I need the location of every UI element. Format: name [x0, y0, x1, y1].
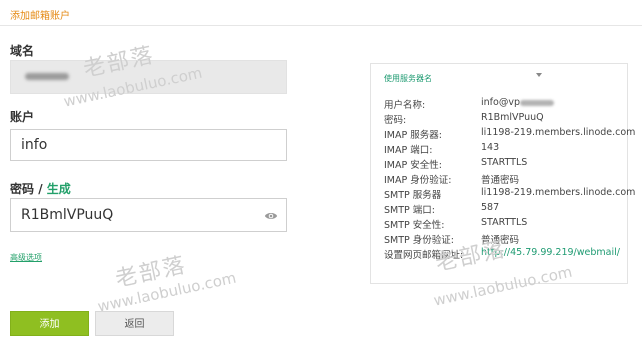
password-input[interactable]: R1BmlVPuuQ	[10, 198, 287, 232]
info-key: 设置网页邮箱网址:	[384, 250, 464, 261]
info-value: li1198-219.members.linode.com	[481, 187, 636, 198]
webmail-link[interactable]: http://45.79.99.219/webmail/	[481, 247, 620, 258]
add-button[interactable]: 添加	[10, 311, 89, 336]
info-key: IMAP 服务器:	[384, 130, 442, 141]
info-value: info@vp	[481, 97, 554, 108]
caret-down-icon[interactable]	[536, 73, 542, 77]
watermark-url: www.laobuluo.com	[96, 268, 238, 316]
password-label: 密码	[10, 182, 35, 196]
account-input[interactable]: info	[10, 129, 287, 161]
info-key: 用户名称:	[384, 100, 426, 111]
info-key: IMAP 安全性:	[384, 160, 442, 171]
email-redacted	[519, 99, 554, 106]
info-key: 密码:	[384, 115, 407, 126]
info-value: 587	[481, 202, 500, 213]
back-button[interactable]: 返回	[95, 311, 174, 336]
info-key: SMTP 端口:	[384, 205, 435, 216]
info-value: 普通密码	[481, 175, 520, 186]
info-key: SMTP 身份验证:	[384, 235, 454, 246]
info-value: STARTTLS	[481, 157, 528, 168]
info-key: IMAP 身份验证:	[384, 175, 452, 186]
account-label: 账户	[10, 110, 35, 124]
domain-label: 域名	[10, 44, 35, 58]
server-name-select[interactable]: 使用服务器名	[384, 73, 432, 84]
domain-field[interactable]	[10, 60, 287, 94]
watermark-text: 老部落	[113, 252, 189, 293]
top-bar: 添加邮箱账户	[0, 0, 642, 26]
info-key: SMTP 服务器	[384, 190, 442, 201]
page-title: 添加邮箱账户	[10, 11, 70, 22]
info-value: 143	[481, 142, 500, 153]
password-separator: /	[38, 182, 43, 196]
info-key: SMTP 安全性:	[384, 220, 445, 231]
info-key: IMAP 端口:	[384, 145, 433, 156]
info-value: STARTTLS	[481, 217, 528, 228]
info-value: R1BmlVPuuQ	[481, 112, 544, 123]
password-value: R1BmlVPuuQ	[21, 207, 114, 223]
eye-icon[interactable]	[264, 209, 278, 223]
advanced-options-link[interactable]: 高级选项	[10, 252, 42, 263]
info-value: li1198-219.members.linode.com	[481, 127, 636, 138]
generate-password-link[interactable]: 生成	[47, 182, 71, 196]
server-info-panel: 使用服务器名 用户名称: info@vp 密码: R1BmlVPuuQ IMAP…	[370, 63, 635, 284]
domain-value-redacted	[25, 73, 69, 80]
password-label-group: 密码 / 生成	[10, 180, 71, 197]
info-value: 普通密码	[481, 235, 520, 246]
